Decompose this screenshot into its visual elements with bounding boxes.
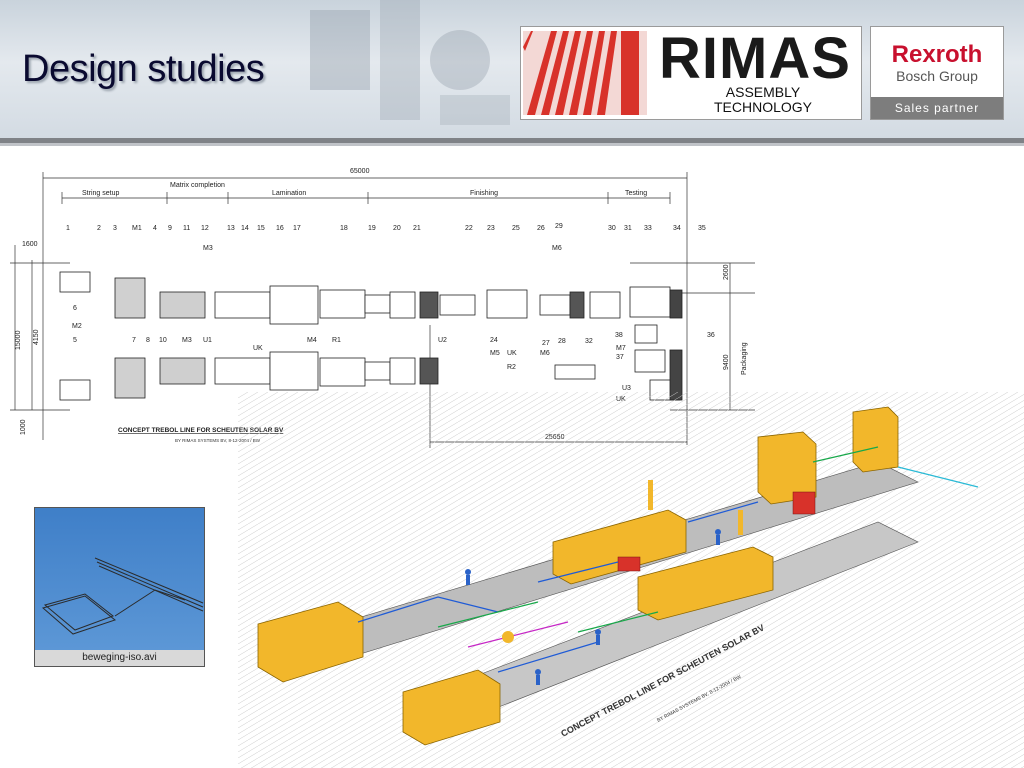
svg-text:19: 19 — [368, 225, 376, 232]
svg-text:26: 26 — [537, 225, 545, 232]
svg-text:36: 36 — [707, 332, 715, 339]
svg-text:UK: UK — [253, 345, 263, 352]
rimas-wordmark: RIMAS — [659, 26, 851, 91]
svg-text:U2: U2 — [438, 337, 447, 344]
slide-title: Design studies — [22, 48, 265, 90]
svg-text:U3: U3 — [622, 385, 631, 392]
svg-text:6: 6 — [73, 305, 77, 312]
svg-text:65000: 65000 — [350, 168, 370, 175]
svg-text:R2: R2 — [507, 364, 516, 371]
svg-text:1000: 1000 — [20, 419, 27, 435]
svg-text:14: 14 — [241, 225, 249, 232]
svg-text:M6: M6 — [552, 245, 562, 252]
svg-text:M2: M2 — [72, 323, 82, 330]
svg-text:27: 27 — [542, 340, 550, 347]
rimas-stripes-icon — [523, 31, 647, 115]
rimas-logo: RIMAS ASSEMBLY TECHNOLOGY — [520, 26, 862, 120]
svg-text:15: 15 — [257, 225, 265, 232]
svg-text:11: 11 — [183, 225, 190, 232]
svg-text:25: 25 — [512, 225, 520, 232]
svg-text:5: 5 — [73, 337, 77, 344]
svg-text:M3: M3 — [203, 245, 213, 252]
rimas-subtitle-line1: ASSEMBLY — [725, 84, 801, 100]
svg-text:20: 20 — [393, 225, 401, 232]
svg-text:12: 12 — [201, 225, 209, 232]
svg-text:1: 1 — [66, 225, 70, 232]
svg-text:31: 31 — [624, 225, 632, 232]
rexroth-logo: Rexroth Bosch Group Sales partner — [870, 26, 1004, 120]
svg-text:16: 16 — [276, 225, 284, 232]
video-player[interactable]: beweging-iso.avi — [34, 507, 205, 667]
svg-text:30: 30 — [608, 225, 616, 232]
svg-text:33: 33 — [644, 225, 652, 232]
video-preview[interactable] — [35, 508, 204, 650]
header-machine-photo — [310, 0, 510, 125]
svg-text:9400: 9400 — [723, 354, 730, 370]
svg-text:9: 9 — [168, 225, 172, 232]
svg-text:2: 2 — [97, 225, 101, 232]
svg-text:4150: 4150 — [33, 329, 40, 345]
packaging-label: Packaging — [741, 342, 748, 375]
svg-text:37: 37 — [616, 354, 624, 361]
svg-text:4: 4 — [153, 225, 157, 232]
svg-text:2600: 2600 — [723, 264, 730, 280]
video-filename: beweging-iso.avi — [35, 650, 204, 666]
section-lamination: Lamination — [272, 190, 306, 197]
svg-text:23: 23 — [487, 225, 495, 232]
rexroth-brand: Rexroth — [891, 41, 983, 68]
svg-text:15000: 15000 — [15, 330, 22, 350]
header-divider-light — [0, 143, 1024, 146]
svg-text:18: 18 — [340, 225, 348, 232]
svg-text:13: 13 — [227, 225, 235, 232]
svg-text:1600: 1600 — [22, 241, 38, 248]
section-matrix-completion: Matrix completion — [170, 182, 225, 189]
rexroth-sales-partner-badge: Sales partner — [871, 97, 1003, 119]
svg-text:M5: M5 — [490, 350, 500, 357]
svg-text:29: 29 — [555, 223, 563, 230]
isometric-line-view: CONCEPT TREBOL LINE FOR SCHEUTEN SOLAR B… — [238, 392, 1024, 768]
svg-text:32: 32 — [585, 338, 593, 345]
svg-text:28: 28 — [558, 338, 566, 345]
rimas-subtitle-line2: TECHNOLOGY — [713, 99, 812, 115]
svg-text:3: 3 — [113, 225, 117, 232]
svg-text:34: 34 — [673, 225, 681, 232]
svg-text:M6: M6 — [540, 350, 550, 357]
svg-text:M1: M1 — [132, 225, 142, 232]
svg-text:21: 21 — [413, 225, 421, 232]
svg-text:24: 24 — [490, 337, 498, 344]
svg-text:UK: UK — [507, 350, 517, 357]
svg-text:22: 22 — [465, 225, 473, 232]
rexroth-group: Bosch Group — [896, 68, 978, 84]
svg-text:17: 17 — [293, 225, 301, 232]
svg-text:7: 7 — [132, 337, 136, 344]
svg-text:8: 8 — [146, 337, 150, 344]
svg-text:U1: U1 — [203, 337, 212, 344]
section-finishing: Finishing — [470, 190, 498, 197]
svg-text:M3: M3 — [182, 337, 192, 344]
svg-text:10: 10 — [159, 337, 167, 344]
svg-text:35: 35 — [698, 225, 706, 232]
frame-structure-preview-icon — [41, 557, 204, 635]
rimas-subtitle: ASSEMBLY TECHNOLOGY — [683, 85, 843, 115]
svg-text:M4: M4 — [307, 337, 317, 344]
svg-text:M7: M7 — [616, 345, 626, 352]
section-string-setup: String setup — [82, 190, 119, 197]
svg-text:38: 38 — [615, 332, 623, 339]
svg-text:R1: R1 — [332, 337, 341, 344]
section-testing: Testing — [625, 190, 647, 197]
